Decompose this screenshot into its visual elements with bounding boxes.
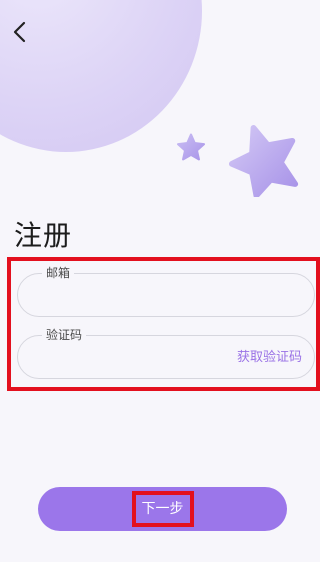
email-field[interactable]: 邮箱	[17, 264, 315, 317]
star-icon	[177, 133, 205, 161]
email-field-label: 邮箱	[42, 264, 75, 282]
registration-form: 邮箱 验证码 获取验证码	[7, 257, 320, 391]
page-title: 注册	[14, 219, 73, 252]
next-step-label: 下一步	[131, 491, 194, 527]
verification-code-input[interactable]	[36, 346, 226, 370]
register-screen: 注册 邮箱 验证码 获取验证码 下一步	[0, 0, 320, 562]
verification-code-label: 验证码	[42, 326, 87, 344]
get-code-link[interactable]: 获取验证码	[237, 348, 302, 368]
email-input[interactable]	[36, 284, 226, 308]
next-step-button[interactable]: 下一步	[38, 487, 287, 531]
back-button[interactable]	[8, 18, 32, 46]
verification-code-field[interactable]: 验证码 获取验证码	[17, 326, 315, 379]
star-icon	[229, 125, 299, 197]
chevron-left-icon	[13, 21, 26, 43]
